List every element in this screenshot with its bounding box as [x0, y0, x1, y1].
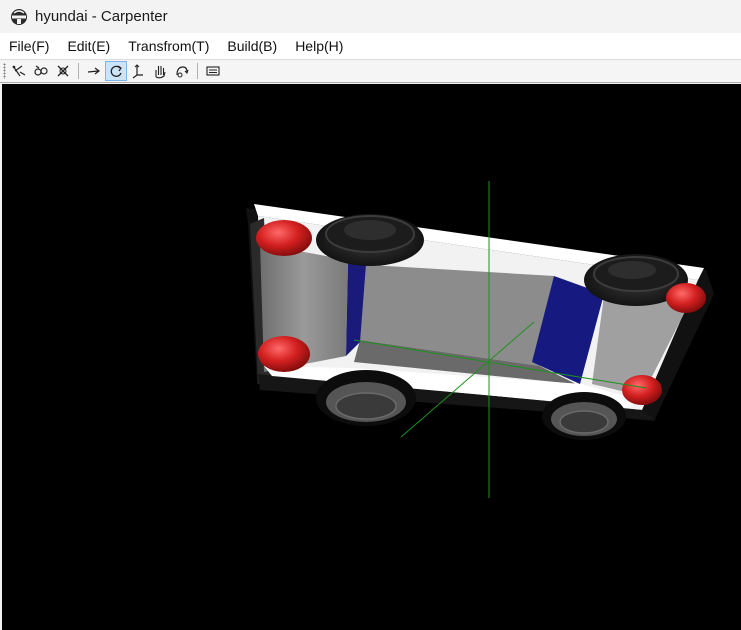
- move-icon: [87, 67, 100, 75]
- axis-icon: [132, 64, 143, 79]
- menu-file[interactable]: File(F): [0, 33, 58, 59]
- toolbar-separator: [197, 63, 198, 79]
- carpenter-app-icon: [9, 7, 29, 27]
- wheel-rear-top[interactable]: [316, 214, 424, 266]
- rotate-icon: [110, 65, 122, 77]
- delete-icon: [57, 65, 69, 77]
- title-bar: hyundai - Carpenter: [0, 0, 741, 33]
- tail-light-bottom[interactable]: [258, 336, 310, 372]
- toolbar: [0, 59, 741, 83]
- 3d-viewport[interactable]: [2, 84, 741, 630]
- build-icon: [206, 66, 220, 76]
- menu-help[interactable]: Help(H): [286, 33, 352, 59]
- wheel-rear-bottom[interactable]: [316, 370, 416, 426]
- orbit-icon: [176, 66, 189, 78]
- toolbar-separator: [78, 63, 79, 79]
- scene-canvas: [246, 181, 714, 498]
- menu-transform[interactable]: Transfrom(T): [119, 33, 218, 59]
- rotate-tool-button[interactable]: [105, 61, 127, 81]
- menu-edit[interactable]: Edit(E): [58, 33, 119, 59]
- delete-tool-button[interactable]: [52, 61, 74, 81]
- pan-tool-button[interactable]: [149, 61, 171, 81]
- head-light-bottom[interactable]: [622, 375, 662, 405]
- orbit-tool-button[interactable]: [171, 61, 193, 81]
- head-light-top[interactable]: [666, 283, 706, 313]
- select-icon: [12, 65, 26, 77]
- menu-build[interactable]: Build(B): [218, 33, 286, 59]
- move-tool-button[interactable]: [83, 61, 105, 81]
- window-title: hyundai - Carpenter: [35, 8, 168, 25]
- toolbar-grip[interactable]: [3, 63, 6, 79]
- link-tool-button[interactable]: [30, 61, 52, 81]
- pan-hand-icon: [155, 66, 166, 79]
- build-tool-button[interactable]: [202, 61, 224, 81]
- link-icon: [34, 65, 48, 76]
- wheel-front-bottom[interactable]: [542, 392, 626, 440]
- select-tool-button[interactable]: [8, 61, 30, 81]
- axis-tool-button[interactable]: [127, 61, 149, 81]
- menu-bar: File(F) Edit(E) Transfrom(T) Build(B) He…: [0, 33, 741, 59]
- tail-light-top[interactable]: [256, 220, 312, 256]
